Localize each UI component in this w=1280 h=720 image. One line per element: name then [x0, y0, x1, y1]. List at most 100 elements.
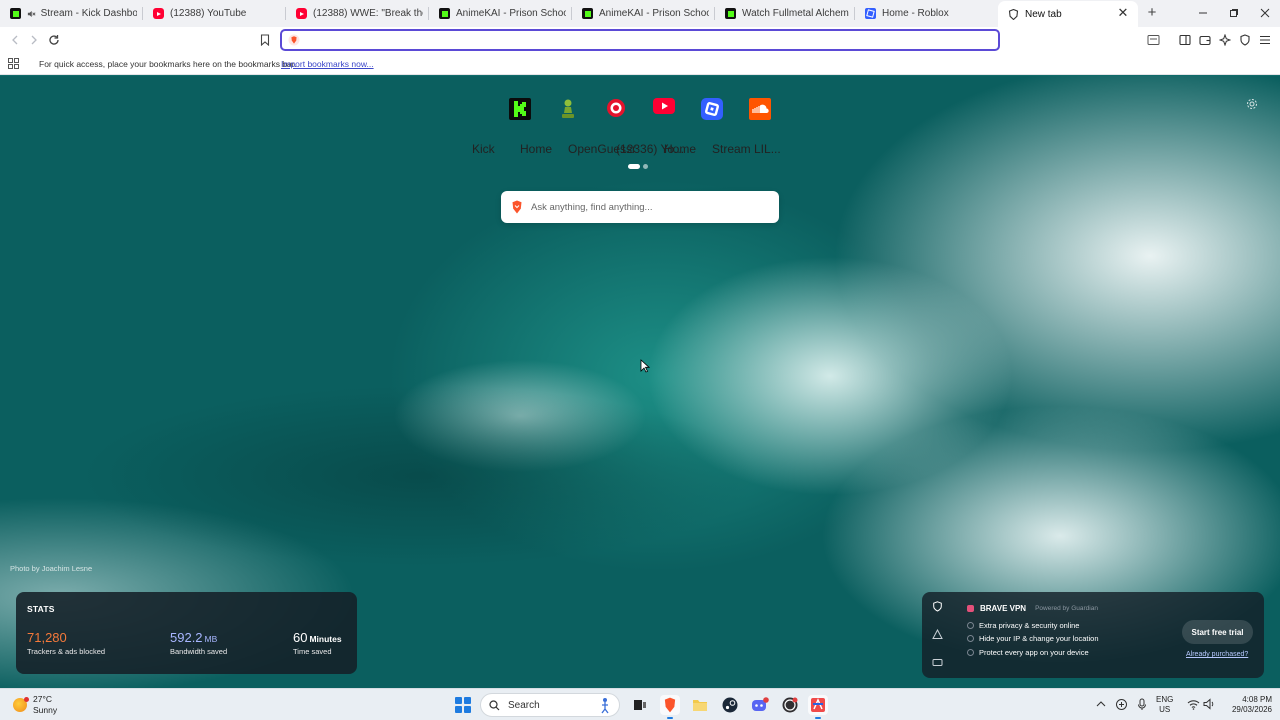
start-free-trial-button[interactable]: Start free trial	[1182, 620, 1253, 644]
vpn-button[interactable]	[1238, 33, 1252, 47]
tab-title: Watch Fullmetal Alchemist: Bro	[742, 8, 849, 19]
address-input[interactable]	[306, 32, 986, 48]
minimize-button[interactable]	[1188, 3, 1218, 23]
tab-animekai-2[interactable]: AnimeKAI - Prison School Wat	[572, 2, 715, 25]
wallet-icon	[1199, 35, 1211, 46]
tab-youtube[interactable]: (12388) YouTube	[143, 2, 286, 25]
tab-youtube-wwe[interactable]: (12388) WWE: "Break the Walls	[286, 2, 429, 25]
task-view-button[interactable]	[630, 695, 650, 715]
steam-icon	[722, 697, 738, 713]
menu-button[interactable]	[1258, 33, 1272, 47]
youtube-icon	[653, 98, 675, 123]
tray-microphone[interactable]	[1135, 697, 1149, 711]
tab-kick-dashboard[interactable]: Stream - Kick Dashboard	[0, 2, 143, 25]
roblox-icon	[865, 8, 876, 19]
top-site-kick[interactable]: Kick	[472, 98, 544, 156]
pager-dot[interactable]	[643, 164, 648, 169]
vpn-feature-text: Hide your IP & change your location	[979, 634, 1099, 643]
pager-dot-active[interactable]	[628, 164, 640, 169]
apps-grid-icon[interactable]	[8, 58, 19, 69]
vpn-feature: Protect every app on your device	[967, 648, 1089, 657]
photo-credit[interactable]: Photo by Joachim Lesne	[10, 564, 92, 573]
restore-icon	[1230, 9, 1238, 17]
reload-button[interactable]	[45, 31, 63, 49]
reload-icon	[49, 35, 59, 45]
taskbar-obs[interactable]	[780, 695, 800, 715]
cloud-sync-icon	[1115, 698, 1127, 710]
card-icon[interactable]	[932, 657, 943, 668]
tab-new-tab[interactable]: New tab ✕	[998, 1, 1138, 27]
top-site-soundcloud[interactable]: Stream LIL...	[712, 98, 784, 156]
time-unit: Minutes	[309, 634, 342, 644]
stats-widget: STATS 71,280 Trackers & ads blocked 592.…	[16, 592, 357, 674]
back-button[interactable]	[6, 31, 24, 49]
address-bar[interactable]	[280, 29, 1000, 51]
tray-network-app[interactable]	[1114, 697, 1128, 711]
close-tab-icon[interactable]: ✕	[1116, 6, 1130, 20]
time-value: 60	[293, 630, 308, 645]
ntp-search-input[interactable]	[531, 199, 771, 215]
kick-icon	[582, 8, 593, 19]
tray-volume[interactable]	[1202, 697, 1216, 711]
discord-icon	[752, 697, 769, 711]
stat-bandwidth: 592.2 MB Bandwidth saved	[170, 630, 227, 656]
restore-button[interactable]	[1219, 3, 1249, 23]
start-button[interactable]	[455, 697, 471, 713]
muted-speaker-icon[interactable]	[27, 9, 36, 19]
shield-icon	[1240, 34, 1250, 46]
tab-animekai-1[interactable]: AnimeKAI - Prison School Wat	[429, 2, 572, 25]
chess-pawn-icon	[559, 98, 577, 123]
trackers-caption: Trackers & ads blocked	[27, 647, 106, 656]
tab-fullmetal[interactable]: Watch Fullmetal Alchemist: Bro	[715, 2, 855, 25]
taskbar-discord[interactable]	[750, 695, 770, 715]
folder-icon	[693, 700, 707, 711]
already-purchased-link[interactable]: Already purchased?	[1186, 651, 1248, 658]
taskbar-brave[interactable]	[660, 695, 680, 719]
search-highlight-icon	[601, 698, 609, 714]
sidebar-button[interactable]	[1178, 33, 1192, 47]
bandwidth-value: 592.2	[170, 630, 203, 645]
wallet-button[interactable]	[1198, 33, 1212, 47]
toolbar	[0, 27, 1280, 53]
taskbar-app-active[interactable]	[808, 695, 828, 719]
minimize-icon	[1199, 12, 1207, 14]
language-indicator[interactable]: ENG US	[1156, 695, 1173, 715]
tab-roblox[interactable]: Home - Roblox	[855, 2, 998, 25]
target-icon	[606, 98, 626, 123]
taskbar-search-label: Search	[508, 699, 540, 711]
top-site-chess-home[interactable]: Home	[520, 98, 592, 156]
vpn-title-row: BRAVE VPN Powered by Guardian	[967, 604, 1098, 613]
sun-icon	[13, 697, 29, 712]
new-tab-button[interactable]: +	[1144, 5, 1160, 21]
hamburger-menu-icon	[1260, 35, 1270, 45]
show-hidden-icons-button[interactable]	[1094, 697, 1108, 711]
close-window-button[interactable]	[1250, 3, 1280, 23]
ntp-search-box[interactable]	[501, 191, 779, 223]
check-icon	[967, 649, 974, 656]
warning-triangle-icon[interactable]	[932, 628, 943, 640]
system-clock[interactable]: 4:08 PM 29/03/2026	[1222, 695, 1272, 715]
import-bookmarks-link[interactable]: Import bookmarks now...	[281, 59, 374, 69]
tab-search-button[interactable]	[1146, 33, 1160, 47]
taskbar-file-explorer[interactable]	[690, 695, 710, 715]
chevron-up-icon	[1096, 701, 1106, 707]
top-site-youtube[interactable]: (12336) Yo...	[616, 98, 688, 156]
taskbar-search[interactable]: Search	[480, 693, 620, 717]
top-site-roblox[interactable]: Home	[664, 98, 736, 156]
weather-widget[interactable]: 27°C Sunny	[13, 694, 57, 716]
top-site-openguessr[interactable]: OpenGuessr	[568, 98, 640, 156]
bookmark-button[interactable]	[256, 31, 274, 49]
youtube-icon	[153, 8, 164, 19]
customize-gear-icon[interactable]	[1246, 98, 1258, 110]
speaker-icon	[1203, 698, 1213, 710]
vpn-shield-icon[interactable]	[932, 601, 943, 612]
region-code: US	[1159, 705, 1171, 714]
brave-shield-icon	[1008, 8, 1019, 20]
forward-button[interactable]	[25, 31, 43, 49]
vpn-title: BRAVE VPN	[980, 604, 1027, 613]
vpn-feature: Hide your IP & change your location	[967, 634, 1099, 643]
taskbar-steam[interactable]	[720, 695, 740, 715]
bandwidth-unit: MB	[204, 634, 218, 644]
leo-ai-button[interactable]	[1218, 33, 1232, 47]
tray-wifi[interactable]	[1186, 697, 1200, 711]
